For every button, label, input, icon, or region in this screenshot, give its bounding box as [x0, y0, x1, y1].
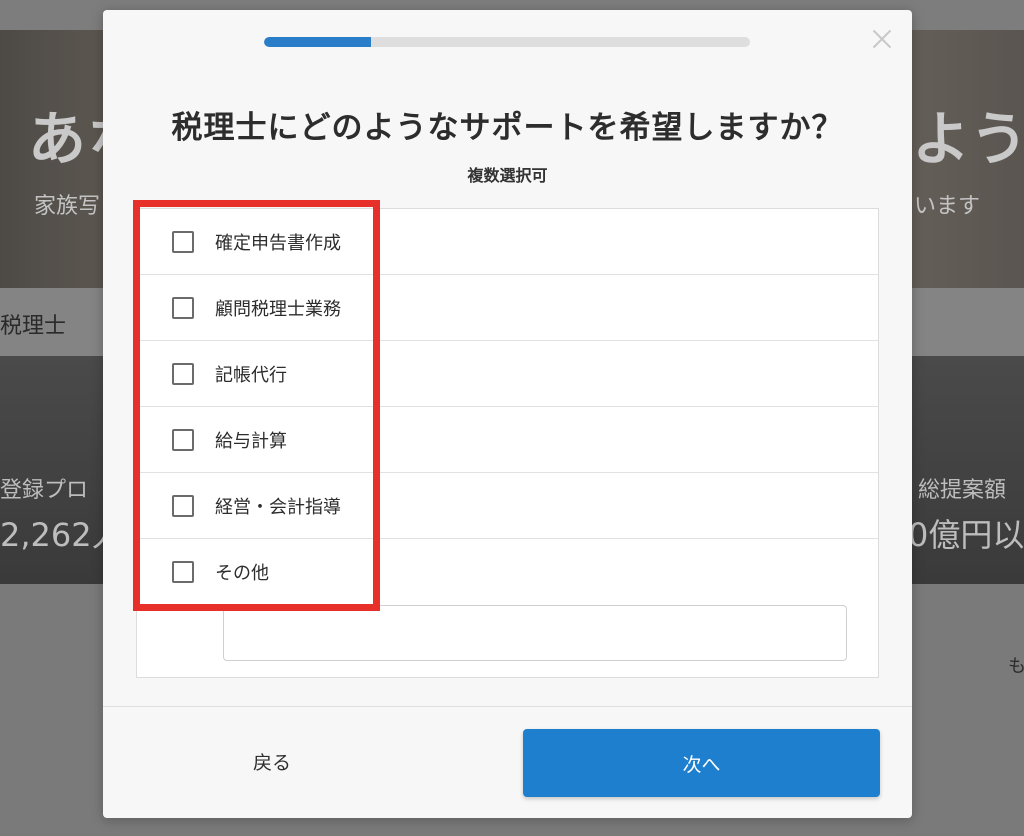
option-label: 確定申告書作成 — [215, 233, 341, 254]
close-icon[interactable] — [869, 26, 895, 52]
question-modal: 税理士にどのようなサポートを希望しますか？ 複数選択可 確定申告書作成 顧問税理… — [103, 10, 912, 818]
option-label: その他 — [215, 563, 269, 584]
stat-right-label: 総提案額 — [918, 478, 1007, 503]
hero-subtitle-left: 家族写 — [34, 194, 101, 219]
option-label: 経営・会計指導 — [215, 497, 341, 518]
checkbox[interactable] — [172, 297, 194, 319]
option-row[interactable]: 給与計算 — [137, 407, 878, 473]
options-list: 確定申告書作成 顧問税理士業務 記帳代行 給与計算 経営・会計指導 その他 — [136, 208, 879, 678]
checkbox[interactable] — [172, 429, 194, 451]
other-text-input[interactable] — [223, 605, 847, 661]
stat-right-value: 0億円以上 — [908, 516, 1024, 554]
progress-fill — [264, 37, 371, 47]
option-row[interactable]: 顧問税理士業務 — [137, 275, 878, 341]
option-row[interactable]: 記帳代行 — [137, 341, 878, 407]
option-row[interactable]: 確定申告書作成 — [137, 209, 878, 275]
hero-title-right: よう — [912, 105, 1024, 173]
stat-left-label: 登録プロ — [0, 478, 89, 503]
hero-subtitle-right: います — [914, 194, 981, 219]
option-label: 顧問税理士業務 — [215, 299, 341, 320]
question-subtitle: 複数選択可 — [467, 166, 548, 185]
progress-bar — [264, 37, 750, 47]
checkbox[interactable] — [172, 363, 194, 385]
question-title: 税理士にどのようなサポートを希望しますか？ — [171, 110, 844, 146]
option-label: 給与計算 — [215, 431, 287, 452]
back-button[interactable]: 戻る — [253, 748, 291, 775]
lower-text: も — [1008, 656, 1024, 677]
checkbox[interactable] — [172, 561, 194, 583]
option-label: 記帳代行 — [215, 365, 287, 386]
option-row[interactable]: その他 — [137, 539, 878, 605]
option-row[interactable]: 経営・会計指導 — [137, 473, 878, 539]
footer-divider — [103, 706, 912, 707]
checkbox[interactable] — [172, 495, 194, 517]
checkbox[interactable] — [172, 231, 194, 253]
next-button[interactable]: 次へ — [523, 729, 880, 797]
category-label: 税理士 — [0, 314, 67, 339]
